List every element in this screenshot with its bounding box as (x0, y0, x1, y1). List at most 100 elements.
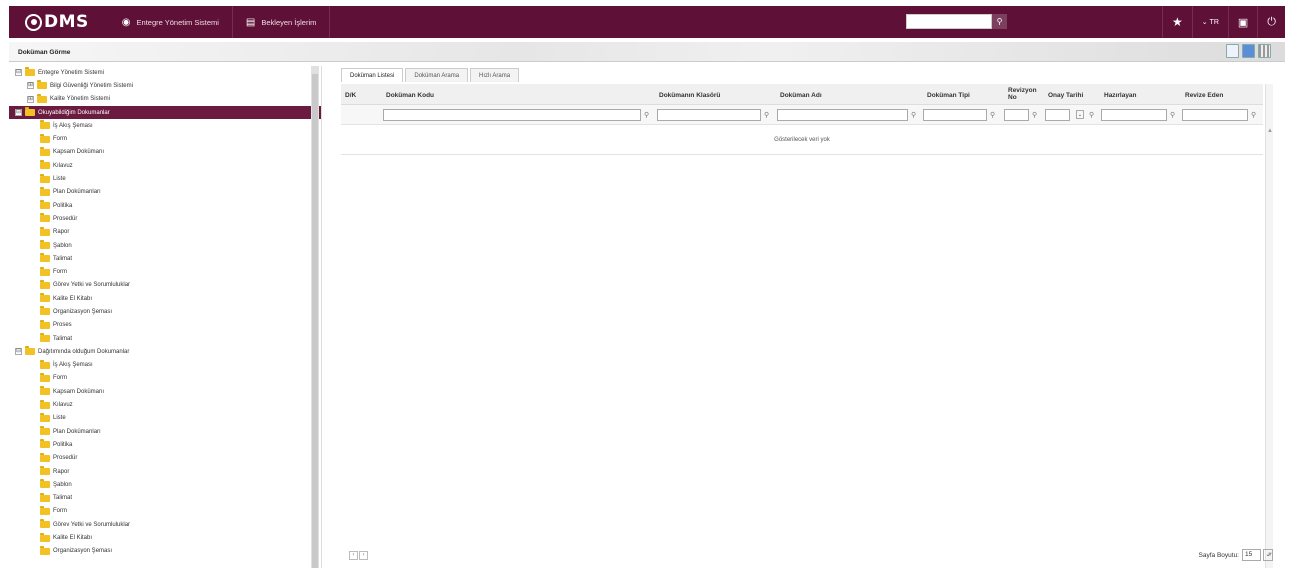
user-card-icon[interactable]: ▣ (1227, 6, 1257, 38)
tree-item[interactable]: Form (9, 265, 321, 278)
tree-item[interactable]: Kılavuz (9, 159, 321, 172)
dms-logo[interactable]: DMS (25, 12, 89, 32)
grid-scrollbar[interactable]: ▲ ▼ (1265, 84, 1273, 568)
tree-item[interactable]: Plan Dokümanları (9, 425, 321, 438)
collapse-icon[interactable]: ⊟ (15, 348, 22, 356)
filter-dokuman-adi[interactable] (777, 109, 908, 121)
tree-item-label: Bilgi Güvenliği Yönetim Sistemi (50, 82, 133, 89)
tree-item[interactable]: Plan Dokümanları (9, 186, 321, 199)
col-dokuman-adi[interactable]: Doküman Adı (780, 92, 822, 99)
tree-item[interactable]: Organizasyon Şeması (9, 305, 321, 318)
col-dokuman-tipi[interactable]: Doküman Tipi (927, 92, 970, 99)
next-page-icon[interactable]: › (359, 551, 368, 560)
nav-entegre-yonetim[interactable]: ◉ Entegre Yönetim Sistemi (109, 6, 233, 38)
filter-icon[interactable]: ⚲ (1251, 111, 1256, 119)
right-toolbar: ★ ⌄ TR ▣ ⏻ (1161, 6, 1285, 38)
col-revizyon-no[interactable]: Revizyon No (1008, 87, 1037, 101)
tree-item[interactable]: Liste (9, 172, 321, 185)
col-dk[interactable]: D/K (345, 92, 356, 99)
tree-item[interactable]: Form (9, 505, 321, 518)
folder-icon (40, 253, 50, 263)
tree-item[interactable]: Talimat (9, 252, 321, 265)
tree-item[interactable]: Kılavuz (9, 398, 321, 411)
tree-scrollbar[interactable] (311, 66, 319, 568)
tree-item[interactable]: Şablon (9, 478, 321, 491)
tree-item[interactable]: Proses (9, 319, 321, 332)
language-selector[interactable]: ⌄ TR (1191, 6, 1228, 38)
tree-item[interactable]: Rapor (9, 226, 321, 239)
col-hazirlayan[interactable]: Hazırlayan (1104, 92, 1137, 99)
tree-item[interactable]: Form (9, 132, 321, 145)
tree-scroll-thumb[interactable] (312, 74, 318, 568)
grid-icon[interactable] (1258, 44, 1271, 58)
tree-item[interactable]: Organizasyon Şeması (9, 545, 321, 558)
tree-item[interactable]: Talimat (9, 492, 321, 505)
tree-item[interactable]: Kalite El Kitabı (9, 292, 321, 305)
save-icon[interactable] (1242, 44, 1255, 58)
filter-hazirlayan[interactable] (1101, 109, 1167, 121)
tab-dokuman-listesi[interactable]: Doküman Listesi (341, 68, 404, 82)
filter-icon[interactable]: ⚲ (911, 111, 916, 119)
filter-revize-eden[interactable] (1182, 109, 1248, 121)
filter-icon[interactable]: ⚲ (1032, 111, 1037, 119)
filter-dokuman-kodu[interactable] (383, 109, 641, 121)
filter-dokuman-tipi[interactable] (923, 109, 987, 121)
filter-icon[interactable]: ⚲ (764, 111, 769, 119)
chevron-down-icon[interactable]: ⌄ (1263, 549, 1273, 561)
tree-item[interactable]: ⊟ Entegre Yönetim Sistemi (9, 66, 321, 79)
tree-item[interactable]: ⊟ Okuyabildiğim Dokumanlar (9, 105, 321, 120)
col-dokuman-klasoru[interactable]: Dokümanın Klasörü (659, 92, 720, 99)
tree-item[interactable]: Talimat (9, 332, 321, 345)
tab-hizli-arama[interactable]: Hızlı Arama (470, 68, 520, 82)
tree-item[interactable]: Görev Yetki ve Sorumluluklar (9, 518, 321, 531)
nav-bekleyen-islerim[interactable]: ▤ Bekleyen İşlerim (233, 6, 331, 38)
col-dokuman-kodu[interactable]: Doküman Kodu (386, 92, 434, 99)
tree-item[interactable]: Politika (9, 199, 321, 212)
search-icon[interactable]: ⚲ (992, 14, 1007, 29)
chevron-down-icon[interactable]: ⌄ (1076, 110, 1084, 119)
filter-icon[interactable]: ⚲ (1170, 111, 1175, 119)
tree-item[interactable]: ⊞ Bilgi Güvenliği Yönetim Sistemi (9, 79, 321, 92)
filter-revizyon-no[interactable] (1004, 109, 1029, 121)
tree-item[interactable]: Kalite El Kitabı (9, 531, 321, 544)
tree-item-label: Entegre Yönetim Sistemi (38, 69, 104, 76)
document-icon[interactable] (1226, 44, 1239, 58)
tab-dokuman-arama[interactable]: Doküman Arama (405, 68, 469, 82)
filter-icon[interactable]: ⚲ (1089, 111, 1094, 119)
tree-item[interactable]: ⊞ Kalite Yönetim Sistemi (9, 93, 321, 106)
filter-dokuman-klasoru[interactable] (657, 109, 761, 121)
favorites-star-icon[interactable]: ★ (1161, 6, 1192, 38)
tree-item[interactable]: Form (9, 372, 321, 385)
tree-item-label: Rapor (53, 229, 70, 236)
power-icon[interactable]: ⏻ (1257, 6, 1285, 38)
col-onay-tarihi[interactable]: Onay Tarihi (1048, 92, 1083, 99)
page-size-select[interactable]: 15 (1242, 549, 1261, 561)
tree-item[interactable]: Şablon (9, 239, 321, 252)
search-input[interactable] (906, 14, 992, 29)
tree-item[interactable]: İş Akış Şeması (9, 359, 321, 372)
filter-onay-tarihi[interactable] (1045, 109, 1070, 121)
tree-item[interactable]: ⊟ Dağıtımında olduğum Dokumanlar (9, 345, 321, 358)
prev-page-icon[interactable]: ‹ (349, 551, 358, 560)
col-revize-eden[interactable]: Revize Eden (1185, 92, 1223, 99)
filter-icon[interactable]: ⚲ (644, 111, 649, 119)
folder-icon (40, 519, 50, 529)
top-bar: DMS ◉ Entegre Yönetim Sistemi ▤ Bekleyen… (9, 6, 1285, 38)
tree-item[interactable]: İş Akış Şeması (9, 119, 321, 132)
collapse-icon[interactable]: ⊟ (15, 69, 22, 77)
expand-icon[interactable]: ⊞ (27, 95, 34, 103)
filter-icon[interactable]: ⚲ (990, 111, 995, 119)
tree-item[interactable]: Politika (9, 438, 321, 451)
tree-item[interactable]: Prosedür (9, 452, 321, 465)
tree-item[interactable]: Kapsam Dokümanı (9, 146, 321, 159)
collapse-icon[interactable]: ⊟ (15, 109, 22, 117)
folder-icon (40, 306, 50, 316)
scroll-up-icon[interactable]: ▲ (1266, 128, 1274, 134)
expand-icon[interactable]: ⊞ (27, 82, 34, 90)
tree-item[interactable]: Prosedür (9, 212, 321, 225)
tree-item[interactable]: Kapsam Dokümanı (9, 385, 321, 398)
tree-item-label: Görev Yetki ve Sorumluluklar (53, 282, 131, 289)
tree-item[interactable]: Rapor (9, 465, 321, 478)
tree-item[interactable]: Liste (9, 412, 321, 425)
tree-item[interactable]: Görev Yetki ve Sorumluluklar (9, 279, 321, 292)
